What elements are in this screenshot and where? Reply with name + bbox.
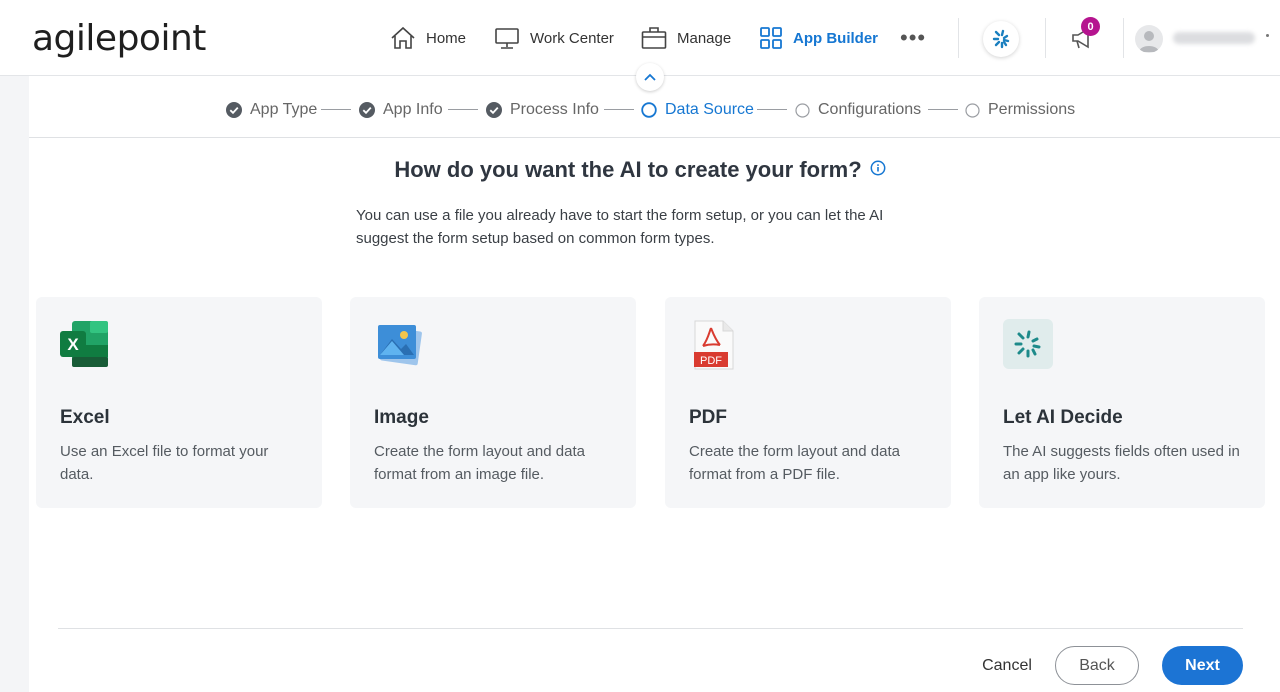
- option-card-let-ai-decide[interactable]: Let AI Decide The AI suggests fields oft…: [979, 297, 1265, 508]
- step-label: Process Info: [510, 101, 599, 118]
- page-title: How do you want the AI to create your fo…: [0, 157, 1280, 184]
- nav-app-builder-label: App Builder: [793, 29, 878, 47]
- divider: [1045, 18, 1046, 58]
- check-circle-icon: [359, 102, 375, 118]
- option-title: PDF: [689, 407, 727, 428]
- option-title: Let AI Decide: [1003, 407, 1123, 428]
- step-label: Configurations: [818, 101, 922, 118]
- check-circle-icon: [486, 102, 502, 118]
- more-menu-icon[interactable]: •••: [900, 27, 926, 49]
- step-app-type[interactable]: App Type: [226, 96, 317, 124]
- step-connector: [448, 109, 478, 110]
- ai-icon: [1003, 319, 1053, 369]
- step-label: Permissions: [988, 101, 1076, 118]
- step-process-info[interactable]: Process Info: [486, 96, 599, 124]
- step-label: App Type: [250, 101, 318, 118]
- home-icon: [391, 26, 415, 49]
- step-permissions[interactable]: Permissions: [965, 96, 1075, 124]
- step-label: App Info: [383, 101, 443, 118]
- notification-count-badge: 0: [1081, 17, 1100, 36]
- monitor-icon: [495, 28, 519, 49]
- step-label: Data Source: [665, 101, 754, 118]
- page-title-text: How do you want the AI to create your fo…: [394, 157, 862, 182]
- divider: [1123, 18, 1124, 58]
- check-circle-icon: [226, 102, 242, 118]
- nav-manage-label: Manage: [677, 29, 732, 47]
- option-description: Use an Excel file to format your data.: [60, 443, 269, 483]
- top-navigation-bar: agilepoint Home Work Center Manage App B…: [0, 0, 1280, 76]
- divider: [29, 137, 1280, 138]
- empty-circle-icon: [965, 102, 980, 118]
- option-description: The AI suggests fields often used in an …: [1003, 443, 1240, 483]
- svg-text:X: X: [67, 335, 79, 354]
- nav-work-center[interactable]: Work Center: [494, 24, 614, 52]
- option-card-image[interactable]: Image Create the form layout and data fo…: [350, 297, 636, 508]
- collapse-header-button[interactable]: [636, 63, 664, 91]
- next-button[interactable]: Next: [1162, 646, 1243, 685]
- agilepoint-logo[interactable]: agilepoint: [32, 18, 206, 59]
- step-data-source[interactable]: Data Source: [641, 96, 754, 124]
- option-card-pdf[interactable]: PDF PDF Create the form layout and data …: [665, 297, 951, 508]
- info-icon[interactable]: [870, 156, 886, 182]
- step-configurations[interactable]: Configurations: [795, 96, 921, 124]
- excel-icon: X: [60, 321, 108, 367]
- briefcase-icon: [641, 27, 667, 49]
- option-description: Create the form layout and data format f…: [689, 443, 900, 483]
- option-description: Create the form layout and data format f…: [374, 443, 585, 483]
- nav-home-label: Home: [426, 29, 467, 47]
- cancel-button[interactable]: Cancel: [974, 652, 1040, 680]
- divider: [58, 628, 1243, 629]
- option-card-excel[interactable]: X Excel Use an Excel file to format your…: [36, 297, 322, 508]
- empty-circle-icon: [795, 102, 810, 118]
- nav-manage[interactable]: Manage: [641, 24, 731, 52]
- step-connector: [928, 109, 958, 110]
- step-connector: [321, 109, 351, 110]
- ai-sparkle-icon: [992, 29, 1010, 49]
- nav-home[interactable]: Home: [390, 24, 466, 52]
- pdf-icon: PDF: [694, 320, 734, 370]
- user-avatar[interactable]: [1135, 25, 1163, 53]
- image-icon: [378, 325, 422, 366]
- current-step-circle-icon: [641, 102, 657, 118]
- option-title: Image: [374, 407, 429, 428]
- svg-text:PDF: PDF: [700, 355, 722, 367]
- nav-work-center-label: Work Center: [530, 29, 614, 47]
- nav-app-builder[interactable]: App Builder: [759, 24, 878, 52]
- user-icon: [1139, 31, 1159, 52]
- user-menu-icon[interactable]: [1266, 34, 1269, 37]
- chevron-up-icon: [644, 73, 656, 81]
- step-connector: [604, 109, 634, 110]
- back-button[interactable]: Back: [1055, 646, 1139, 685]
- step-connector: [757, 109, 787, 110]
- ai-assistant-button[interactable]: [983, 21, 1019, 57]
- page-description: You can use a file you already have to s…: [356, 207, 884, 247]
- wizard-stepper: App Type App Info Process Info Data Sour…: [0, 96, 1280, 124]
- step-app-info[interactable]: App Info: [359, 96, 443, 124]
- user-name-redacted[interactable]: [1173, 32, 1255, 44]
- option-title: Excel: [60, 407, 110, 428]
- divider: [958, 18, 959, 58]
- app-grid-icon: [760, 27, 782, 49]
